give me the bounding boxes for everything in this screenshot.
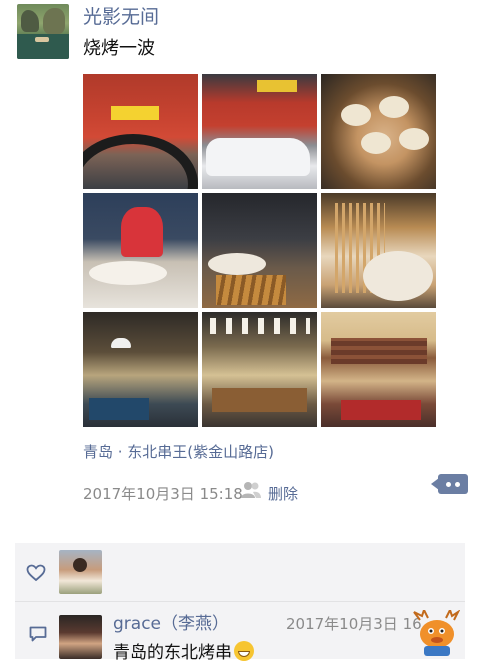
post-text: 烧烤一波 [83, 38, 155, 59]
comment-icon [29, 626, 47, 642]
comment-time: 2017年10月3日 16 [286, 615, 422, 633]
location-link[interactable]: 青岛 · 东北串王(紫金山路店) [83, 442, 274, 462]
comment-text: 青岛的东北烤串 [113, 641, 254, 664]
poster-avatar[interactable] [17, 4, 69, 59]
more-dots-icon [446, 482, 451, 487]
photo-child-at-table[interactable] [83, 193, 198, 308]
commenter-avatar[interactable] [59, 615, 102, 659]
liker-avatar[interactable] [59, 550, 102, 594]
heart-outline-icon [26, 564, 46, 582]
photo-restaurant-front[interactable] [83, 74, 198, 189]
comment-text-body: 青岛的东北烤串 [113, 643, 232, 663]
mascot-watermark-icon [410, 607, 461, 658]
photo-child-skewers[interactable] [202, 193, 317, 308]
commenter-name[interactable]: grace（李燕） [113, 613, 229, 635]
photo-interior-dining[interactable] [202, 312, 317, 427]
panel-divider [15, 601, 465, 602]
photo-skewers-scallops[interactable] [321, 193, 436, 308]
poster-username[interactable]: 光影无间 [83, 5, 159, 29]
photo-street-car[interactable] [202, 74, 317, 189]
photo-interior-booths[interactable] [83, 312, 198, 427]
photo-grilled-scallops[interactable] [321, 74, 436, 189]
people-icon [240, 481, 262, 499]
grinning-emoji-icon [234, 641, 254, 661]
more-options-button[interactable] [431, 474, 468, 494]
photo-interior-brick-wall[interactable] [321, 312, 436, 427]
delete-button[interactable]: 删除 [268, 484, 298, 504]
post-time: 2017年10月3日 15:18 [83, 485, 243, 503]
